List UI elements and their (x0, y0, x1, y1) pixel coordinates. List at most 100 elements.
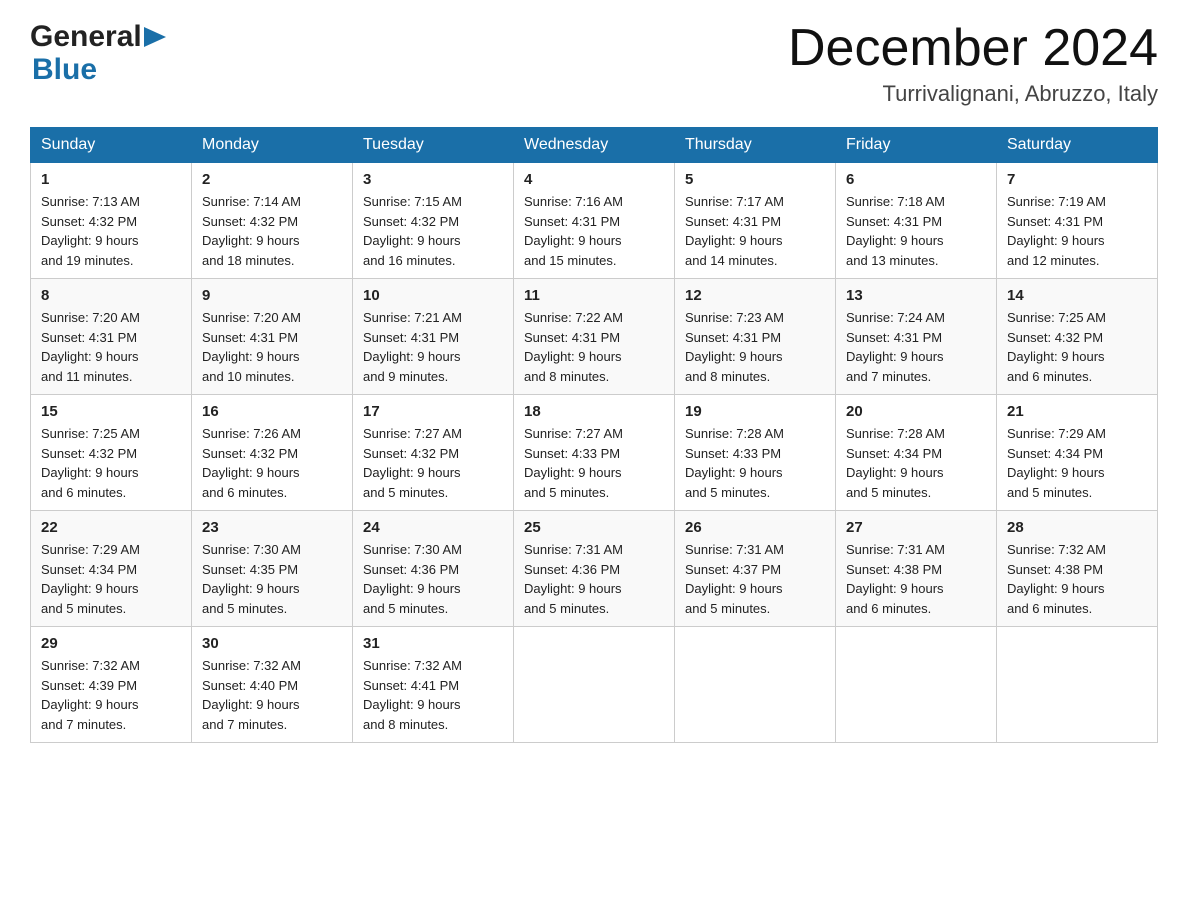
day-number: 17 (363, 403, 503, 420)
day-number: 21 (1007, 403, 1147, 420)
day-number: 14 (1007, 287, 1147, 304)
day-number: 4 (524, 171, 664, 188)
day-info: Sunrise: 7:30 AMSunset: 4:35 PMDaylight:… (202, 540, 342, 618)
day-info: Sunrise: 7:27 AMSunset: 4:32 PMDaylight:… (363, 424, 503, 502)
day-info: Sunrise: 7:25 AMSunset: 4:32 PMDaylight:… (41, 424, 181, 502)
calendar-cell: 30 Sunrise: 7:32 AMSunset: 4:40 PMDayligh… (192, 627, 353, 743)
calendar-cell: 3 Sunrise: 7:15 AMSunset: 4:32 PMDaylight… (353, 163, 514, 279)
weekday-header-thursday: Thursday (675, 128, 836, 163)
day-number: 30 (202, 635, 342, 652)
calendar-cell: 24 Sunrise: 7:30 AMSunset: 4:36 PMDayligh… (353, 511, 514, 627)
location-title: Turrivalignani, Abruzzo, Italy (788, 81, 1158, 107)
calendar-cell: 7 Sunrise: 7:19 AMSunset: 4:31 PMDaylight… (997, 163, 1158, 279)
day-info: Sunrise: 7:15 AMSunset: 4:32 PMDaylight:… (363, 192, 503, 270)
day-number: 23 (202, 519, 342, 536)
month-title: December 2024 (788, 20, 1158, 77)
calendar-cell: 26 Sunrise: 7:31 AMSunset: 4:37 PMDayligh… (675, 511, 836, 627)
calendar-cell: 12Sunrise: 7:23 AMSunset: 4:31 PMDayligh… (675, 279, 836, 395)
day-number: 7 (1007, 171, 1147, 188)
day-number: 5 (685, 171, 825, 188)
weekday-header-sunday: Sunday (31, 128, 192, 163)
day-info: Sunrise: 7:19 AMSunset: 4:31 PMDaylight:… (1007, 192, 1147, 270)
day-info: Sunrise: 7:31 AMSunset: 4:37 PMDaylight:… (685, 540, 825, 618)
weekday-header-tuesday: Tuesday (353, 128, 514, 163)
day-info: Sunrise: 7:16 AMSunset: 4:31 PMDaylight:… (524, 192, 664, 270)
day-number: 13 (846, 287, 986, 304)
day-info: Sunrise: 7:22 AMSunset: 4:31 PMDaylight:… (524, 308, 664, 386)
calendar-cell: 6 Sunrise: 7:18 AMSunset: 4:31 PMDaylight… (836, 163, 997, 279)
day-info: Sunrise: 7:13 AMSunset: 4:32 PMDaylight:… (41, 192, 181, 270)
day-info: Sunrise: 7:31 AMSunset: 4:36 PMDaylight:… (524, 540, 664, 618)
calendar-cell: 18 Sunrise: 7:27 AMSunset: 4:33 PMDayligh… (514, 395, 675, 511)
day-number: 16 (202, 403, 342, 420)
calendar-cell: 14 Sunrise: 7:25 AMSunset: 4:32 PMDayligh… (997, 279, 1158, 395)
calendar-week-row: 15 Sunrise: 7:25 AMSunset: 4:32 PMDayligh… (31, 395, 1158, 511)
calendar-cell: 15 Sunrise: 7:25 AMSunset: 4:32 PMDayligh… (31, 395, 192, 511)
calendar-week-row: 1 Sunrise: 7:13 AMSunset: 4:32 PMDaylight… (31, 163, 1158, 279)
weekday-header-wednesday: Wednesday (514, 128, 675, 163)
day-number: 27 (846, 519, 986, 536)
calendar-cell: 8 Sunrise: 7:20 AMSunset: 4:31 PMDaylight… (31, 279, 192, 395)
day-info: Sunrise: 7:20 AMSunset: 4:31 PMDaylight:… (202, 308, 342, 386)
day-number: 26 (685, 519, 825, 536)
day-info: Sunrise: 7:32 AMSunset: 4:41 PMDaylight:… (363, 656, 503, 734)
day-number: 18 (524, 403, 664, 420)
calendar-cell: 25Sunrise: 7:31 AMSunset: 4:36 PMDayligh… (514, 511, 675, 627)
weekday-header-monday: Monday (192, 128, 353, 163)
calendar-cell: 27 Sunrise: 7:31 AMSunset: 4:38 PMDayligh… (836, 511, 997, 627)
calendar-cell (997, 627, 1158, 743)
title-block: December 2024 Turrivalignani, Abruzzo, I… (788, 20, 1158, 107)
day-number: 24 (363, 519, 503, 536)
calendar-cell: 19 Sunrise: 7:28 AMSunset: 4:33 PMDayligh… (675, 395, 836, 511)
day-info: Sunrise: 7:29 AMSunset: 4:34 PMDaylight:… (1007, 424, 1147, 502)
day-number: 2 (202, 171, 342, 188)
day-number: 29 (41, 635, 181, 652)
day-number: 11 (524, 287, 664, 304)
calendar-cell: 31 Sunrise: 7:32 AMSunset: 4:41 PMDayligh… (353, 627, 514, 743)
day-info: Sunrise: 7:24 AMSunset: 4:31 PMDaylight:… (846, 308, 986, 386)
logo-triangle-icon (144, 23, 166, 51)
day-info: Sunrise: 7:30 AMSunset: 4:36 PMDaylight:… (363, 540, 503, 618)
logo-blue-text: Blue (32, 53, 97, 86)
day-number: 6 (846, 171, 986, 188)
calendar-cell (514, 627, 675, 743)
calendar-cell: 11 Sunrise: 7:22 AMSunset: 4:31 PMDayligh… (514, 279, 675, 395)
calendar-cell (836, 627, 997, 743)
day-info: Sunrise: 7:29 AMSunset: 4:34 PMDaylight:… (41, 540, 181, 618)
calendar-cell: 1 Sunrise: 7:13 AMSunset: 4:32 PMDaylight… (31, 163, 192, 279)
day-info: Sunrise: 7:32 AMSunset: 4:39 PMDaylight:… (41, 656, 181, 734)
calendar-cell: 23 Sunrise: 7:30 AMSunset: 4:35 PMDayligh… (192, 511, 353, 627)
day-number: 8 (41, 287, 181, 304)
day-number: 3 (363, 171, 503, 188)
day-number: 15 (41, 403, 181, 420)
day-number: 19 (685, 403, 825, 420)
day-info: Sunrise: 7:27 AMSunset: 4:33 PMDaylight:… (524, 424, 664, 502)
day-number: 1 (41, 171, 181, 188)
calendar-week-row: 22 Sunrise: 7:29 AMSunset: 4:34 PMDayligh… (31, 511, 1158, 627)
calendar-cell (675, 627, 836, 743)
day-info: Sunrise: 7:31 AMSunset: 4:38 PMDaylight:… (846, 540, 986, 618)
day-number: 22 (41, 519, 181, 536)
calendar-cell: 13 Sunrise: 7:24 AMSunset: 4:31 PMDayligh… (836, 279, 997, 395)
day-info: Sunrise: 7:25 AMSunset: 4:32 PMDaylight:… (1007, 308, 1147, 386)
day-info: Sunrise: 7:28 AMSunset: 4:34 PMDaylight:… (846, 424, 986, 502)
day-info: Sunrise: 7:17 AMSunset: 4:31 PMDaylight:… (685, 192, 825, 270)
day-info: Sunrise: 7:21 AMSunset: 4:31 PMDaylight:… (363, 308, 503, 386)
calendar-cell: 28Sunrise: 7:32 AMSunset: 4:38 PMDayligh… (997, 511, 1158, 627)
day-info: Sunrise: 7:18 AMSunset: 4:31 PMDaylight:… (846, 192, 986, 270)
day-info: Sunrise: 7:32 AMSunset: 4:40 PMDaylight:… (202, 656, 342, 734)
day-number: 9 (202, 287, 342, 304)
calendar-cell: 20Sunrise: 7:28 AMSunset: 4:34 PMDayligh… (836, 395, 997, 511)
calendar-cell: 16 Sunrise: 7:26 AMSunset: 4:32 PMDayligh… (192, 395, 353, 511)
day-info: Sunrise: 7:20 AMSunset: 4:31 PMDaylight:… (41, 308, 181, 386)
day-number: 12 (685, 287, 825, 304)
day-info: Sunrise: 7:28 AMSunset: 4:33 PMDaylight:… (685, 424, 825, 502)
day-info: Sunrise: 7:26 AMSunset: 4:32 PMDaylight:… (202, 424, 342, 502)
calendar-week-row: 29 Sunrise: 7:32 AMSunset: 4:39 PMDayligh… (31, 627, 1158, 743)
calendar-cell: 5 Sunrise: 7:17 AMSunset: 4:31 PMDaylight… (675, 163, 836, 279)
day-number: 31 (363, 635, 503, 652)
calendar-cell: 17 Sunrise: 7:27 AMSunset: 4:32 PMDayligh… (353, 395, 514, 511)
calendar-cell: 4 Sunrise: 7:16 AMSunset: 4:31 PMDaylight… (514, 163, 675, 279)
calendar-table: SundayMondayTuesdayWednesdayThursdayFrid… (30, 127, 1158, 743)
day-number: 28 (1007, 519, 1147, 536)
